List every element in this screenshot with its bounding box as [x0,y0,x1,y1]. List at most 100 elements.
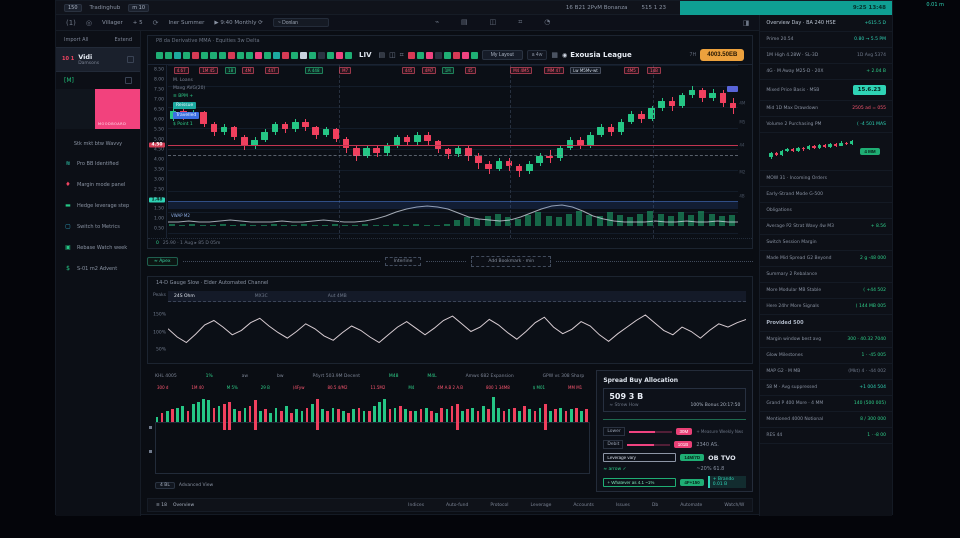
indicator-swatch[interactable] [165,52,172,59]
indicator-swatch[interactable] [309,52,316,59]
indicator-swatch[interactable] [174,52,181,59]
sidebar-menu-item[interactable]: ▢Switch to Metrics [56,216,140,237]
stat-row[interactable]: Mid 1D Max Drawdown2505 ad = 055 [760,101,892,117]
oscillator-tab[interactable]: MX3C [255,294,268,299]
indicator-swatch[interactable] [246,52,253,59]
debit-button[interactable]: 101B [674,441,693,448]
refresh-icon[interactable]: ⟳ [153,19,159,27]
indicator-swatch[interactable] [408,52,415,59]
add-widget-button[interactable]: + 5 [133,20,143,26]
bottom-tab-db[interactable]: Db [652,503,658,508]
layout-button[interactable]: My Layout [482,50,523,60]
bottom-tab-accounts[interactable]: Accounts [573,503,594,508]
indicator-swatch[interactable] [264,52,271,59]
lower-slider[interactable] [629,431,672,433]
indicator-swatch[interactable] [183,52,190,59]
mini-button[interactable]: a 4w [527,50,548,60]
cta-button[interactable]: 4003.50EB [700,49,744,61]
account-icon[interactable]: ◎ [86,19,92,27]
timeframe-pill[interactable]: ≈ Apex [147,257,178,266]
indicator-swatch[interactable] [453,52,460,59]
checkbox[interactable] [125,77,132,84]
oscillator-tab[interactable]: 24S Ohm [174,294,195,299]
stat-row[interactable]: Summary 2 Rebalance [760,267,892,283]
sidebar-tab-import[interactable]: Import All [64,37,88,43]
indicator-swatch[interactable] [255,52,262,59]
delta-footer-label[interactable]: Advanced View [179,483,213,488]
sidebar-menu-item[interactable]: $S-01 m2 Advent [56,258,140,279]
buy-button[interactable]: 4F+150 [680,479,703,486]
stat-row[interactable]: RES 441 · -8 00 [760,428,892,444]
sidebar-tab-extend[interactable]: Extend [115,37,133,43]
indicator-swatch[interactable] [282,52,289,59]
stat-row[interactable]: More Modular MB Stable( +44 502 [760,283,892,299]
toolbar-icon[interactable]: ◔ [544,18,550,27]
indicator-swatch[interactable] [345,52,352,59]
bottom-tab-indices[interactable]: Indices [408,503,424,508]
stat-row[interactable]: 4G · M Away M25-D · 20X+ 2.04 B [760,64,892,80]
lower-button[interactable]: 30M [676,428,693,435]
toolbar-icon[interactable]: ◫ [490,18,497,27]
stat-row[interactable]: MAP G2 · M MB(Mkt) 4 · -44 002 [760,364,892,380]
indicator-swatch[interactable] [228,52,235,59]
leverage-input[interactable] [603,453,676,462]
stat-row[interactable]: 58 M · Avg suppressed+1 004 504 [760,380,892,396]
stat-row[interactable]: Prime 20.540.80 → 5.5 PM [760,32,892,48]
indicator-swatch[interactable] [273,52,280,59]
indicator-swatch[interactable] [327,52,334,59]
stat-row[interactable]: 1M High 4.28W · SL-3D1D Avg 5374 [760,48,892,64]
toolbar-icon[interactable]: ⌗ [518,18,522,27]
app-logo[interactable]: 150 [64,4,82,12]
oscillator-tab[interactable]: Aut 4MB [328,294,347,299]
indicator-swatch[interactable] [318,52,325,59]
sidebar-menu-item[interactable]: ▣Rebase Watch week [56,237,140,258]
apply-button[interactable]: 14M/7D [680,454,704,461]
indicator-swatch[interactable] [336,52,343,59]
replay-control[interactable]: ▶ 9:40 Monthly ⟳ [214,20,262,26]
checkbox[interactable] [127,56,134,63]
delta-pill[interactable]: 4 BL [155,482,175,489]
bottom-tab-issues[interactable]: Issues [616,503,630,508]
search-input[interactable] [273,18,329,27]
panel-toggle-icon[interactable]: ◨ [743,19,750,27]
indicator-swatch[interactable] [192,52,199,59]
toolbar-icon[interactable]: ⌁ [435,18,439,27]
calendar-chip[interactable]: m 10 [128,4,149,12]
indicator-swatch[interactable] [444,52,451,59]
stat-row[interactable]: MOW 31 · Incoming Orders [760,171,892,187]
chart-tool-icon[interactable]: ◫ [389,51,396,60]
timeline-track[interactable] [556,261,753,262]
bottom-tab-watchw[interactable]: Watch/W [724,503,744,508]
sidebar-menu-item[interactable]: ♦Margin mode panel [56,174,140,195]
timeline-track[interactable] [183,261,380,262]
indicator-swatch[interactable] [237,52,244,59]
check-label[interactable]: ≈ arrow ✓ [603,467,626,472]
spark-buy-button[interactable]: 4 MM [860,148,879,155]
order-input[interactable] [603,478,676,487]
bottom-tab-autofund[interactable]: Auto-fund [446,503,468,508]
stat-row[interactable]: Overview Day · BA 240 HSE+615.5 D [760,15,892,32]
bottom-tab-leverage[interactable]: Leverage [531,503,552,508]
sidebar-active-item[interactable]: 10 1 Vidi Damsons [56,47,140,72]
bottom-tab-overview[interactable]: Overview [173,503,194,508]
sidebar-media-block[interactable]: MOODBOARD [56,89,140,129]
toolbar-icon[interactable]: ▤ [461,18,468,27]
bookmark-box[interactable]: Add Bookmark · min [471,256,551,267]
bottom-tab-automate[interactable]: Automate [680,503,702,508]
stat-row[interactable]: Switch Session Margin [760,235,892,251]
debit-slider[interactable] [627,444,669,446]
indicator-swatch[interactable] [156,52,163,59]
sidebar-mark-row[interactable]: [M] [56,72,140,89]
stat-row[interactable]: Made Mid Spread G2 Beyond2 g -48 000 [760,251,892,267]
indicator-swatch[interactable] [435,52,442,59]
indicator-swatch[interactable] [201,52,208,59]
stat-row[interactable]: Here 24hr More Signals( 144 MB 005 [760,299,892,315]
indicator-swatch[interactable] [291,52,298,59]
bottom-tab-protocol[interactable]: Protocol [490,503,508,508]
interval-box[interactable]: Interline [385,257,422,266]
chart-tool-icon[interactable]: ⌗ [400,51,404,60]
indicator-swatch[interactable] [300,52,307,59]
widget-dropdown[interactable]: Villager [102,20,123,26]
stat-row[interactable]: Mentioned 4000 Notional8 / 300 000 [760,412,892,428]
indicator-swatch[interactable] [426,52,433,59]
